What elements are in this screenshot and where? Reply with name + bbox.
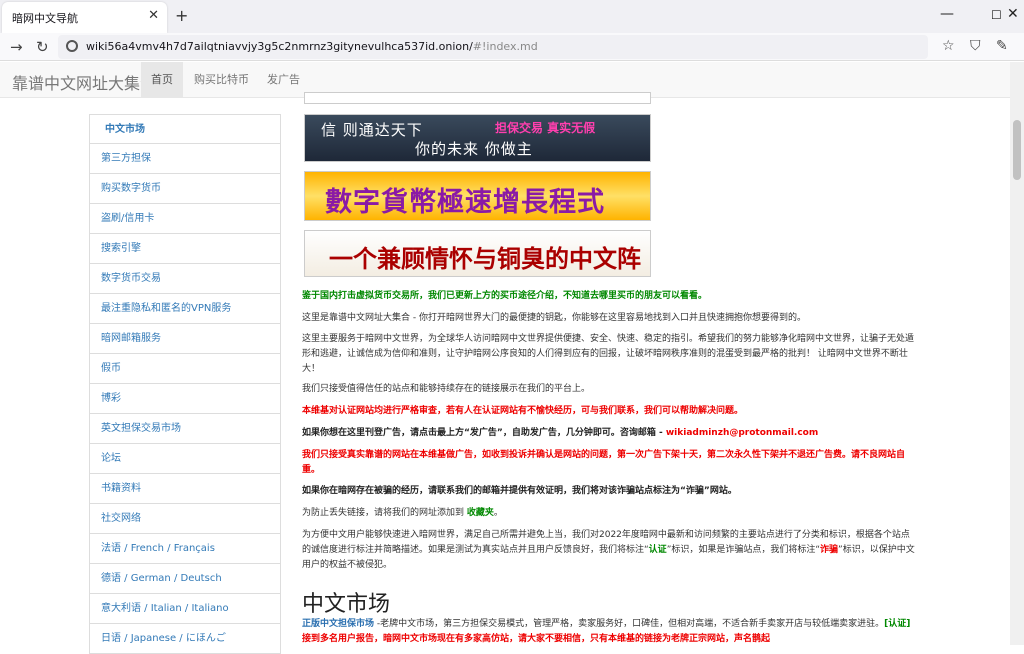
sidebar-item[interactable]: 购买数字货币 bbox=[89, 174, 281, 204]
new-tab-icon[interactable]: + bbox=[175, 6, 188, 25]
notice-text: 鉴于国内打击虚拟货币交易所，我们已更新上方的买币途径介绍，不知道去哪里买币的朋友… bbox=[302, 291, 708, 301]
close-tab-icon[interactable]: ✕ bbox=[148, 8, 159, 23]
intro-text: 这里是靠谱中文网址大集合 - 你打开暗网世界大门的最便捷的钥匙，你能够在这里容易… bbox=[302, 313, 806, 323]
nav-buy-bitcoin[interactable]: 购买比特币 bbox=[184, 62, 259, 98]
nav-advertise[interactable]: 发广告 bbox=[257, 62, 310, 98]
sidebar-item[interactable]: 意大利语 / Italian / Italiano bbox=[89, 594, 281, 624]
scam-info-text: 如果你在暗网存在被骗的经历，请联系我们的邮箱并提供有效证明，我们将对该诈骗站点标… bbox=[302, 486, 737, 496]
ad-info-text: 如果你想在这里刊登广告，请点击最上方“发广告”，自助发广告，几分钟即可。咨询邮箱… bbox=[302, 426, 917, 441]
sidebar-item[interactable]: 书籍资料 bbox=[89, 474, 281, 504]
url-fragment: #!index.md bbox=[472, 40, 538, 53]
bookmark-text: 为防止丢失链接，请将我们的网址添加到 收藏夹。 bbox=[302, 506, 917, 521]
sidebar-item[interactable]: 搜索引擎 bbox=[89, 234, 281, 264]
sidebar-item[interactable]: 假币 bbox=[89, 354, 281, 384]
market-link[interactable]: 正版中文担保市场 bbox=[302, 619, 374, 629]
address-bar[interactable]: wiki56a4vmv4h7d7ailqtniavvjy3g5c2nmrnz3g… bbox=[58, 35, 928, 59]
reload-icon[interactable]: ↻ bbox=[36, 38, 49, 56]
warning-text: 我们只接受真实靠谱的网站在本维基做广告，如收到投诉并确认是网站的问题，第一次广告… bbox=[302, 450, 906, 475]
sidebar-item[interactable]: 第三方担保 bbox=[89, 144, 281, 174]
browser-tab[interactable]: 暗网中文导航 ✕ bbox=[2, 2, 167, 33]
scrollbar-thumb[interactable] bbox=[1013, 120, 1021, 180]
contact-email-link[interactable]: wikiadminzh@protonmail.com bbox=[666, 428, 818, 438]
intro-text: 这里主要服务于暗网中文世界，为全球华人访问暗网中文世界提供便捷、安全、快速、稳定… bbox=[302, 334, 915, 374]
banner-text: 你的未来 你做主 bbox=[415, 140, 533, 158]
verified-label: 认证 bbox=[648, 545, 667, 555]
site-brand[interactable]: 靠谱中文网址大集合 bbox=[12, 70, 156, 94]
banner-text: 担保交易 真实无假 bbox=[495, 121, 596, 135]
sidebar-item[interactable]: 法语 / French / Français bbox=[89, 534, 281, 564]
onion-site-icon bbox=[66, 40, 78, 52]
sidebar-item[interactable]: 日语 / Japanese / にほんご bbox=[89, 624, 281, 654]
sidebar-item[interactable]: 中文市场 bbox=[89, 114, 281, 144]
bookmark-star-icon[interactable]: ☆ bbox=[942, 38, 955, 54]
sidebar-item[interactable]: 论坛 bbox=[89, 444, 281, 474]
sidebar-menu: 中文市场 第三方担保 购买数字货币 盗刷/信用卡 搜索引擎 数字货币交易 最注重… bbox=[89, 114, 281, 654]
ad-banner[interactable] bbox=[304, 92, 651, 104]
sidebar-item[interactable]: 社交网络 bbox=[89, 504, 281, 534]
shield-icon[interactable]: ⛉ bbox=[970, 38, 981, 54]
scam-label: 诈骗 bbox=[820, 545, 839, 555]
maximize-icon[interactable]: ☐ bbox=[991, 8, 1002, 22]
banner-text: 信 则通达天下 bbox=[321, 121, 423, 139]
sidebar-item[interactable]: 数字货币交易 bbox=[89, 264, 281, 294]
nav-home[interactable]: 首页 bbox=[141, 62, 183, 98]
navigation-bar: → ↻ wiki56a4vmv4h7d7ailqtniavvjy3g5c2nmr… bbox=[0, 33, 1024, 61]
classification-part: ”标识，如果是诈骗站点，我们将标注“ bbox=[666, 545, 821, 555]
warning-text: 本维基对认证网站均进行严格审查，若有人在认证网站有不愉快经历，可与我们联系，我们… bbox=[302, 406, 744, 416]
tab-title: 暗网中文导航 bbox=[12, 12, 78, 25]
ad-banner[interactable]: 一个兼顾情怀与铜臭的中文阵地 bbox=[304, 230, 651, 277]
ad-info-label: 如果你想在这里刊登广告，请点击最上方“发广告”，自助发广告，几分钟即可。咨询邮箱… bbox=[302, 428, 666, 438]
sidebar-item[interactable]: 英文担保交易市场 bbox=[89, 414, 281, 444]
url-text: wiki56a4vmv4h7d7ailqtniavvjy3g5c2nmrnz3g… bbox=[86, 40, 473, 53]
market-entry: 正版中文担保市场 -老牌中文市场，第三方担保交易模式，管理严格，卖家服务好，口碑… bbox=[302, 617, 917, 647]
classification-text: 为方便中文用户能够快速进入暗网世界，满足自己所需并避免上当，我们对2022年度暗… bbox=[302, 528, 917, 573]
bookmark-link[interactable]: 收藏夹 bbox=[467, 508, 494, 518]
sidebar-item[interactable]: 德语 / German / Deutsch bbox=[89, 564, 281, 594]
minimize-icon[interactable]: — bbox=[940, 6, 954, 22]
extensions-icon[interactable]: ✎ bbox=[996, 38, 1008, 54]
sidebar-item[interactable]: 暗网邮箱服务 bbox=[89, 324, 281, 354]
window-close-icon[interactable]: ✕ bbox=[1007, 6, 1019, 22]
ad-banner[interactable]: 信 则通达天下 你的未来 你做主 担保交易 真实无假 bbox=[304, 114, 651, 162]
back-icon[interactable]: → bbox=[10, 38, 23, 56]
bookmark-tail: 。 bbox=[493, 508, 503, 518]
bookmark-label: 为防止丢失链接，请将我们的网址添加到 bbox=[302, 508, 467, 518]
section-heading: 中文市场 bbox=[302, 592, 391, 617]
market-warning: 接到多名用户报告，暗网中文市场现在有多家高仿站，请大家不要相信，只有本维基的链接… bbox=[302, 634, 771, 644]
banner-text: 一个兼顾情怀与铜臭的中文阵地 bbox=[329, 245, 641, 273]
intro-text: 我们只接受值得信任的站点和能够持续存在的链接展示在我们的平台上。 bbox=[302, 384, 591, 394]
sidebar-item[interactable]: 最注重隐私和匿名的VPN服务 bbox=[89, 294, 281, 324]
sidebar-item[interactable]: 博彩 bbox=[89, 384, 281, 414]
verified-badge: [认证] bbox=[884, 619, 911, 629]
tab-bar: 暗网中文导航 ✕ + — ☐ ✕ bbox=[0, 0, 1024, 33]
market-description: -老牌中文市场，第三方担保交易模式，管理严格，卖家服务好，口碑佳，但相对高端，不… bbox=[374, 619, 885, 629]
ad-banner[interactable]: 數字貨幣極速增長程式 bbox=[304, 171, 651, 221]
banner-text: 數字貨幣極速增長程式 bbox=[325, 187, 605, 218]
sidebar-item[interactable]: 盗刷/信用卡 bbox=[89, 204, 281, 234]
